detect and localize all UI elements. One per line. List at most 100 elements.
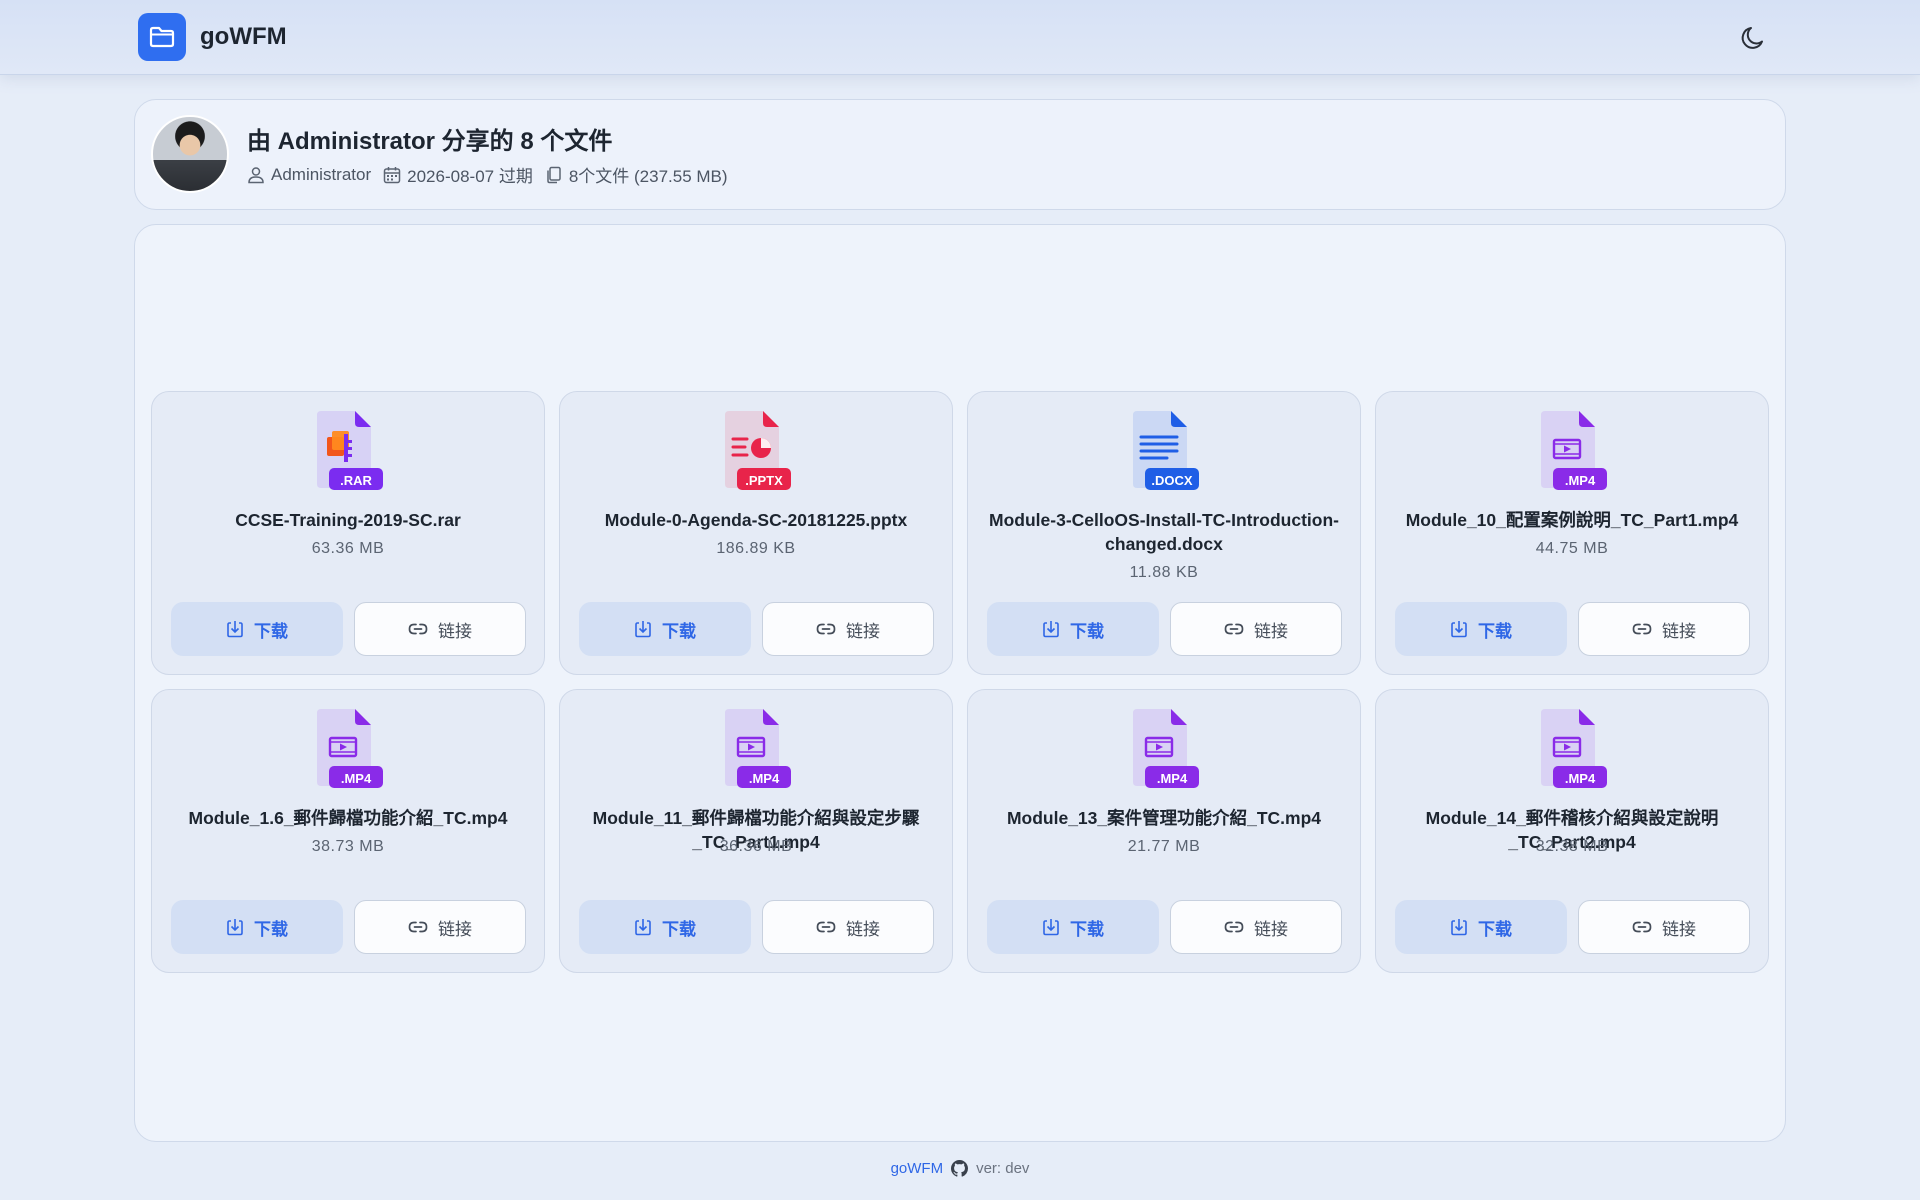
file-card: .RAR CCSE-Training-2019-SC.rar 63.36 MB 下载 链…: [151, 391, 545, 675]
link-label: 链接: [1254, 621, 1288, 641]
download-label: 下载: [1478, 919, 1512, 939]
file-extension-badge: .MP4: [340, 771, 372, 786]
file-extension-badge: .PPTX: [745, 473, 783, 488]
file-extension-badge: .RAR: [340, 473, 372, 488]
link-label: 链接: [438, 621, 472, 641]
link-label: 链接: [438, 919, 472, 939]
download-label: 下载: [254, 621, 288, 641]
download-label: 下载: [254, 919, 288, 939]
copy-link-button[interactable]: 链接: [762, 602, 934, 656]
share-info-card: 由 Administrator 分享的 8 个文件 Administrator …: [134, 99, 1786, 210]
file-size: 11.88 KB: [1129, 564, 1199, 581]
file-size: 44.75 MB: [1535, 540, 1609, 557]
download-icon: [635, 919, 651, 936]
app-name: goWFM: [200, 23, 287, 50]
link-icon: [816, 623, 836, 635]
download-icon: [1451, 919, 1467, 936]
download-button[interactable]: 下载: [1395, 602, 1567, 656]
link-label: 链接: [1662, 621, 1696, 641]
download-icon: [1043, 621, 1059, 638]
file-extension-badge: .MP4: [748, 771, 780, 786]
link-label: 链接: [1662, 919, 1696, 939]
link-icon: [408, 921, 428, 933]
expiry-date: 2026-08-07 过期: [407, 167, 533, 186]
file-grid: .RAR CCSE-Training-2019-SC.rar 63.36 MB 下载链…: [151, 391, 1769, 973]
copy-link-button[interactable]: 链接: [1170, 602, 1342, 656]
link-label: 链接: [846, 621, 880, 641]
file-size: 36.36 MB: [719, 838, 793, 855]
download-label: 下载: [1070, 621, 1104, 641]
download-button[interactable]: 下载: [987, 900, 1159, 954]
file-extension-badge: .MP4: [1564, 771, 1596, 786]
file-size: 38.73 MB: [311, 838, 385, 855]
file-name: Module-3-CelloOS-Install-TC-Introduction…: [989, 510, 1339, 554]
download-button[interactable]: 下载: [171, 900, 343, 954]
copy-link-button[interactable]: 链接: [354, 602, 526, 656]
file-name: CCSE-Training-2019-SC.rar: [235, 510, 461, 530]
download-icon: [1043, 919, 1059, 936]
link-icon: [1632, 623, 1652, 635]
file-card: .MP4 Module_13_案件管理功能介紹_TC.mp4 21.77 MB 下载 链…: [967, 689, 1361, 973]
owner-meta: Administrator: [247, 165, 371, 185]
file-extension-badge: .MP4: [1564, 473, 1596, 488]
link-icon: [1632, 921, 1652, 933]
download-button[interactable]: 下载: [579, 900, 751, 954]
download-label: 下载: [1478, 621, 1512, 641]
share-meta: Administrator 2026-08-07 过期 8个文件 (237.55…: [247, 162, 728, 187]
folder-logo-icon: [138, 13, 186, 61]
files-meta: 8个文件 (237.55 MB): [545, 162, 728, 187]
copy-link-button[interactable]: 链接: [1578, 602, 1750, 656]
moon-icon: [1741, 27, 1763, 49]
link-label: 链接: [1254, 919, 1288, 939]
file-card: .PPTX Module-0-Agenda-SC-20181225.pptx 186…: [559, 391, 953, 675]
file-card: .MP4 Module_14_郵件稽核介紹與設定說明_TC_Part2.mp4 32…: [1375, 689, 1769, 973]
file-size: 63.36 MB: [311, 540, 385, 557]
link-icon: [816, 921, 836, 933]
copy-link-button[interactable]: 链接: [1578, 900, 1750, 954]
download-button[interactable]: 下载: [579, 602, 751, 656]
download-button[interactable]: 下载: [987, 602, 1159, 656]
download-button[interactable]: 下载: [1395, 900, 1567, 954]
copy-link-button[interactable]: 链接: [354, 900, 526, 954]
file-card: .DOCX Module-3-CelloOS-Install-TC-Introdu…: [967, 391, 1361, 675]
file-extension-badge: .MP4: [1156, 771, 1188, 786]
file-extension-badge: .DOCX: [1151, 473, 1193, 488]
copy-link-button[interactable]: 链接: [1170, 900, 1342, 954]
link-label: 链接: [846, 919, 880, 939]
user-icon: [248, 166, 264, 183]
avatar: [151, 115, 229, 193]
footer-brand-link[interactable]: goWFM: [891, 1160, 944, 1177]
link-icon: [1224, 623, 1244, 635]
file-name: Module_10_配置案例說明_TC_Part1.mp4: [1405, 510, 1739, 530]
github-icon[interactable]: [951, 1160, 969, 1177]
file-size: 32.38 MB: [1535, 838, 1609, 855]
download-label: 下载: [662, 621, 696, 641]
download-label: 下载: [1070, 919, 1104, 939]
download-button[interactable]: 下载: [171, 602, 343, 656]
file-card: .MP4 Module_10_配置案例說明_TC_Part1.mp4 44.75 M…: [1375, 391, 1769, 675]
share-title: 由 Administrator 分享的 8 个文件: [247, 128, 613, 155]
files-icon: [547, 166, 561, 183]
footer: goWFM ver: dev: [0, 1160, 1920, 1177]
files-panel: .RAR CCSE-Training-2019-SC.rar 63.36 MB 下载链…: [134, 224, 1786, 1142]
file-size: 186.89 KB: [716, 540, 796, 557]
owner-name: Administrator: [271, 164, 372, 184]
copy-link-button[interactable]: 链接: [762, 900, 934, 954]
top-navbar: goWFM: [0, 0, 1920, 75]
download-icon: [227, 919, 243, 936]
dark-mode-toggle[interactable]: [1738, 22, 1770, 54]
file-size: 21.77 MB: [1127, 838, 1201, 855]
download-label: 下载: [662, 919, 696, 939]
download-icon: [227, 621, 243, 638]
version-label: ver: dev: [976, 1160, 1030, 1177]
expiry-meta: 2026-08-07 过期: [383, 162, 533, 187]
download-icon: [635, 621, 651, 638]
brand[interactable]: goWFM: [138, 13, 287, 61]
file-card: .MP4 Module_11_郵件歸檔功能介紹與設定步驟_TC_Part1.mp4…: [559, 689, 953, 973]
download-icon: [1451, 621, 1467, 638]
file-name: Module_13_案件管理功能介紹_TC.mp4: [1006, 808, 1322, 828]
calendar-icon: [383, 166, 401, 183]
link-icon: [408, 623, 428, 635]
file-card: .MP4 Module_1.6_郵件歸檔功能介紹_TC.mp4 38.73 MB 下载…: [151, 689, 545, 973]
file-name: Module_1.6_郵件歸檔功能介紹_TC.mp4: [188, 808, 508, 828]
